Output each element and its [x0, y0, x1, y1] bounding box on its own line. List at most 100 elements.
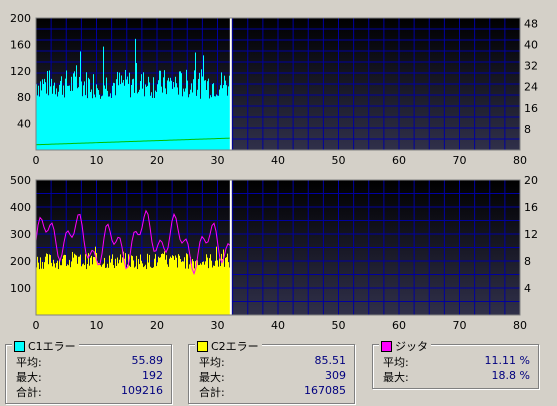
error-bar: [65, 255, 66, 315]
error-bar: [211, 260, 212, 315]
error-bar: [207, 257, 208, 315]
error-bar: [97, 88, 98, 150]
jitter-max-value: 18.8 %: [491, 369, 530, 382]
error-bar: [106, 77, 107, 150]
error-bar: [87, 98, 88, 150]
error-bar: [63, 255, 64, 315]
error-bar: [153, 267, 154, 315]
error-bar: [133, 78, 134, 150]
error-bar: [140, 81, 141, 150]
error-bar: [185, 88, 186, 150]
error-bar: [170, 256, 171, 315]
error-bar: [214, 96, 215, 150]
error-bar: [109, 255, 110, 315]
error-bar: [167, 264, 168, 315]
c1-max-value: 192: [142, 369, 163, 382]
y-left-tick-label: 400: [10, 201, 31, 214]
error-bar: [122, 257, 123, 315]
error-bar: [91, 89, 92, 150]
c2-chart-svg: 0 10 20 30 40 50 60 70 80 500 400 300 200 100 20 16 12 8 4: [10, 174, 538, 332]
error-bar: [210, 254, 211, 315]
jitter-avg-row: 平均: 11.11 %: [383, 354, 530, 369]
y-left-tick-label: 160: [10, 38, 31, 51]
error-bar: [157, 262, 158, 315]
error-bar: [103, 263, 104, 315]
error-bar: [212, 84, 213, 150]
x-tick-label: 40: [271, 319, 285, 332]
error-bar: [178, 94, 179, 150]
error-bar: [182, 96, 183, 150]
y-right-tick-label: 8: [524, 123, 531, 136]
error-bar: [210, 95, 211, 150]
error-bar: [152, 267, 153, 315]
error-bar: [144, 266, 145, 315]
error-bar: [81, 81, 82, 150]
error-bar: [89, 79, 90, 150]
error-bar: [102, 264, 103, 315]
c1-max-label: 最大:: [16, 371, 42, 384]
error-bar: [155, 254, 156, 315]
y-left-tick-label: 40: [17, 118, 31, 131]
error-bar: [85, 95, 86, 150]
error-bar: [69, 259, 70, 315]
y-left-tick-label: 300: [10, 228, 31, 241]
error-bar: [49, 254, 50, 315]
error-bar: [76, 65, 77, 150]
error-bar: [217, 95, 218, 150]
error-bar: [64, 97, 65, 150]
error-bar: [167, 80, 168, 150]
error-bar: [112, 85, 113, 150]
error-bar: [160, 70, 161, 150]
error-bar: [183, 88, 184, 150]
error-bar: [108, 267, 109, 315]
error-bar: [135, 266, 136, 315]
error-bar: [59, 259, 60, 315]
jitter-avg-value: 11.11 %: [484, 354, 530, 367]
error-bar: [209, 258, 210, 315]
x-tick-label: 0: [33, 319, 40, 332]
jitter-swatch: [381, 340, 392, 352]
error-bar: [110, 93, 111, 150]
error-bar: [131, 255, 132, 315]
error-bar: [74, 71, 75, 150]
error-bar: [77, 263, 78, 315]
error-bar: [164, 70, 165, 150]
error-bar: [225, 257, 226, 315]
error-bar: [99, 263, 100, 315]
error-bar: [126, 79, 127, 150]
error-bar: [112, 254, 113, 315]
error-bar: [119, 72, 120, 150]
jitter-max-label: 最大:: [383, 371, 409, 384]
error-bar: [94, 256, 95, 315]
error-bar: [65, 78, 66, 150]
x-tick-label: 30: [211, 319, 225, 332]
c2-total-label: 合計:: [199, 386, 225, 399]
y-right-tick-label: 16: [524, 201, 538, 214]
error-bar: [118, 263, 119, 315]
c1-title: C1エラー: [28, 340, 76, 353]
c2-swatch: [197, 340, 208, 352]
error-bar: [79, 256, 80, 315]
error-bar: [144, 96, 145, 150]
y-right-tick-label: 48: [524, 17, 538, 30]
error-bar: [98, 262, 99, 315]
error-bar: [48, 95, 49, 150]
error-bar: [67, 85, 68, 150]
jitter-stats-panel: ジッタ 平均: 11.11 % 最大: 18.8 %: [372, 338, 539, 389]
error-bar: [73, 257, 74, 315]
error-bar: [67, 264, 68, 315]
error-bar: [149, 82, 150, 150]
y-left-tick-label: 120: [10, 65, 31, 78]
error-bar: [95, 97, 96, 150]
y-left-tick-label: 200: [10, 255, 31, 268]
error-bar: [190, 256, 191, 315]
error-bar: [179, 71, 180, 150]
error-bar: [116, 265, 117, 315]
error-bar: [218, 95, 219, 150]
error-bar: [104, 257, 105, 315]
y-left-tick-label: 500: [10, 174, 31, 187]
c2-title: C2エラー: [211, 340, 259, 353]
error-bar: [200, 263, 201, 315]
error-bar: [150, 266, 151, 315]
error-bar: [177, 267, 178, 315]
